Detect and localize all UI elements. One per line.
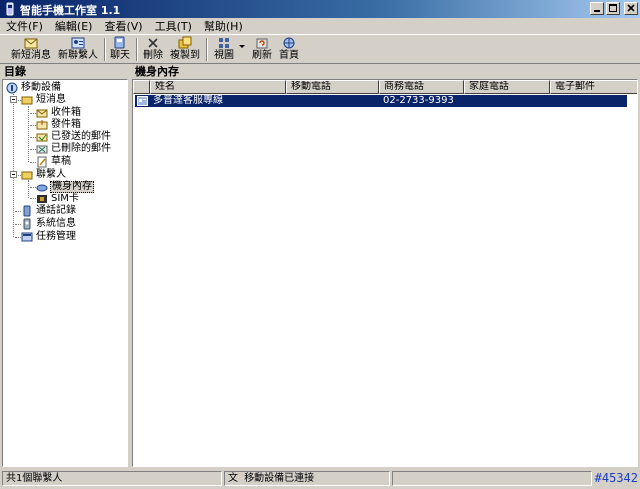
status-contact-count: 共1個聯繫人 [2,471,222,486]
column-header-home[interactable]: 家庭電話 [464,80,550,94]
view-button[interactable]: 視圖 [212,36,236,63]
phone-app-icon [6,2,14,16]
task-manager-icon [21,232,33,242]
envelope-icon [24,38,38,49]
title-bar: 智能手機工作室 1.1 [0,0,640,18]
maximize-button[interactable] [606,2,620,15]
chat-icon [114,36,125,49]
view-dropdown-button[interactable] [238,36,246,63]
inbox-icon [36,109,48,118]
view-grid-icon [219,38,229,48]
sent-mail-icon [36,133,48,142]
directory-tree: 移動設備 短消息 收件箱 發件箱 已發送的郵件 已刪除的郵件 草稿 聯繫人 機身… [2,79,128,467]
contact-card-icon [71,37,85,49]
toolbar: 新短消息 新聯繫人 聊天 刪除 複製到 視圖 刷新 首頁 [0,34,640,64]
column-header-icon[interactable] [133,80,150,94]
expander-sms[interactable] [10,96,17,103]
menu-file[interactable]: 文件(F) [0,18,49,34]
maximize-icon [609,4,617,12]
menu-help[interactable]: 幫助(H) [198,18,249,34]
image-tag: #45342 [594,471,638,485]
column-header-email[interactable]: 電子郵件 [550,80,637,94]
tree-panel-header: 目錄 [4,65,26,78]
sim-card-icon [37,195,47,203]
table-row[interactable]: 多普達客服專線 02-2733-9393 [135,95,627,107]
delete-x-icon [148,38,158,48]
system-info-icon [23,218,31,230]
folder-icon [21,96,33,105]
copy-folder-icon [178,36,192,49]
menu-edit[interactable]: 編輯(E) [49,18,99,34]
chat-button[interactable]: 聊天 [109,36,131,63]
folder-icon [21,171,33,180]
minimize-icon [594,10,600,12]
deleted-mail-icon [36,145,48,154]
expander-contacts[interactable] [10,171,17,178]
minimize-button[interactable] [590,2,604,15]
close-icon [627,4,635,12]
home-button[interactable]: 首頁 [278,36,300,63]
home-globe-icon [283,37,295,49]
contact-row-icon [137,96,148,106]
status-connection: 移動設備已連接 [244,473,315,484]
column-header-name[interactable]: 姓名 [150,80,286,94]
chevron-down-icon [239,45,245,48]
menu-bar: 文件(F) 編輯(E) 查看(V) 工具(T) 幫助(H) [0,18,640,34]
contact-list: 姓名 移動電話 商務電話 家庭電話 電子郵件 多普達客服專線 02-2733-9… [132,79,638,467]
new-sms-button[interactable]: 新短消息 [10,36,52,63]
status-connection-pane: 文 移動設備已連接 [224,471,390,486]
cell-name: 多普達客服專線 [153,95,223,106]
refresh-button[interactable]: 刷新 [250,36,274,63]
copy-to-button[interactable]: 複製到 [170,36,200,63]
menu-view[interactable]: 查看(V) [98,18,148,34]
ime-indicator: 文 [228,473,238,484]
refresh-icon [256,38,268,49]
cell-business: 02-2733-9393 [383,95,454,106]
menu-tools[interactable]: 工具(T) [149,18,198,34]
column-header-mobile[interactable]: 移動電話 [286,80,379,94]
call-log-icon [23,205,31,217]
window-title: 智能手機工作室 1.1 [20,4,121,17]
status-bar: 共1個聯繫人 文 移動設備已連接 [0,469,640,489]
list-panel-header: 機身內存 [135,65,179,78]
new-contact-button[interactable]: 新聯繫人 [57,36,99,63]
delete-button[interactable]: 刪除 [142,36,164,63]
draft-icon [37,156,47,168]
outbox-icon [36,120,48,130]
close-button[interactable] [624,2,638,15]
status-empty-pane [392,471,592,486]
device-icon [6,82,18,94]
phone-memory-icon [36,184,48,192]
column-header-business[interactable]: 商務電話 [379,80,464,94]
